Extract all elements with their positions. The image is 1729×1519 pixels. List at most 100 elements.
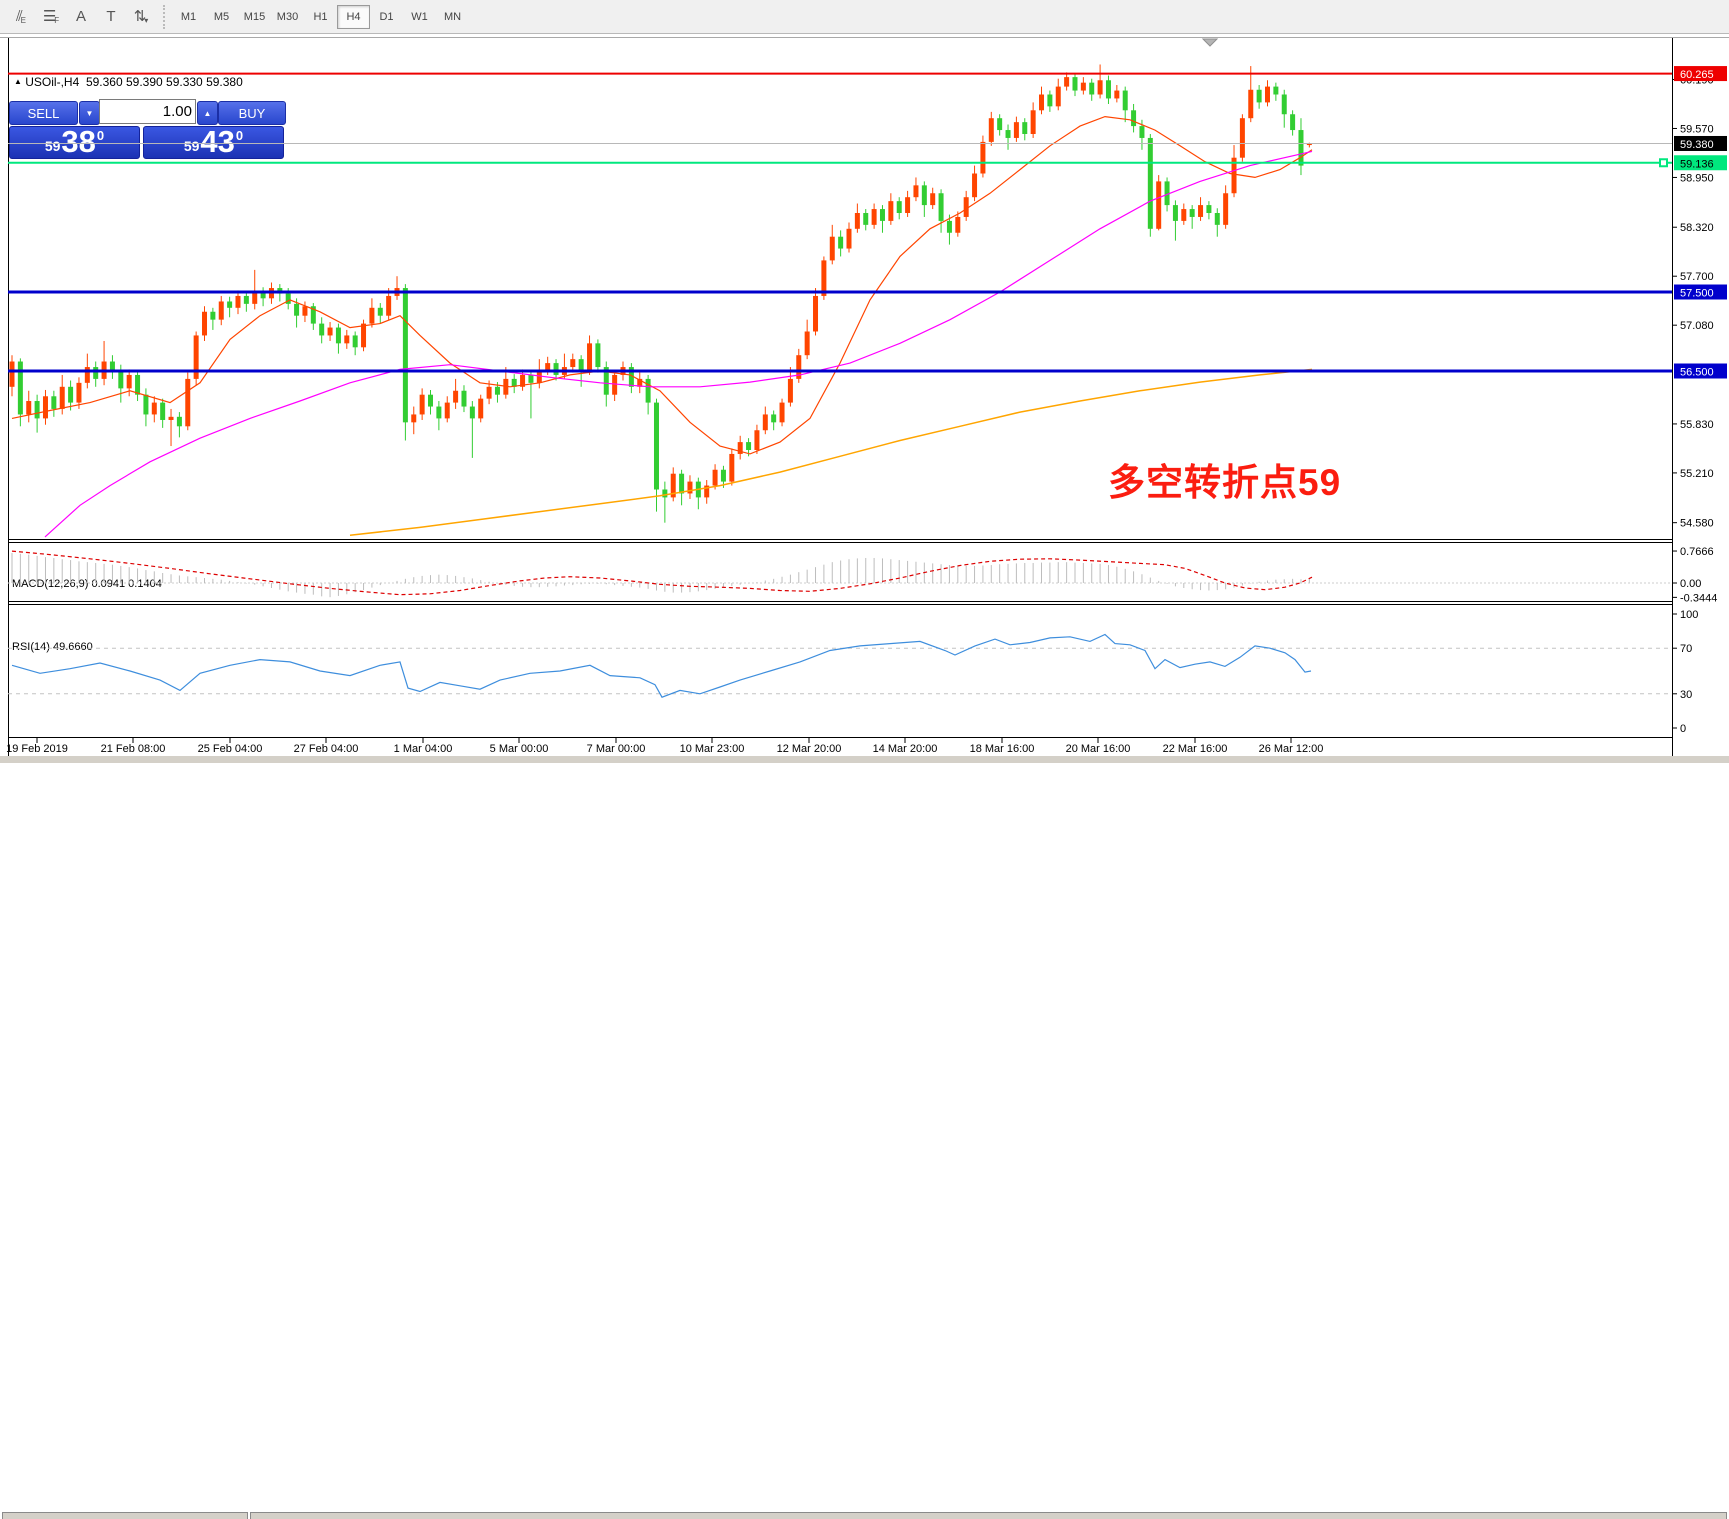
price-axis-tick-label: 57.700	[1680, 271, 1714, 283]
candle-body	[654, 403, 659, 490]
rsi-axis-label: 30	[1680, 689, 1692, 701]
chart-shift-marker	[1203, 39, 1217, 46]
candle-body	[369, 308, 374, 324]
price-axis-tick-label: 58.950	[1680, 172, 1714, 184]
candle-body	[788, 379, 793, 403]
candle-body	[1156, 181, 1161, 228]
time-axis-label: 19 Feb 2019	[6, 743, 68, 755]
candle-body	[872, 209, 877, 225]
candle-body	[537, 371, 542, 383]
candle-body	[445, 403, 450, 419]
time-axis-label: 26 Mar 12:00	[1259, 743, 1324, 755]
candle-body	[1098, 80, 1103, 94]
candle-body	[76, 383, 81, 403]
candle-body	[487, 387, 492, 399]
candle-body	[18, 362, 23, 415]
price-axis-tick-label: 55.210	[1680, 468, 1714, 480]
price-badge-label: 59.136	[1680, 158, 1714, 170]
candle-body	[930, 193, 935, 205]
candle-body	[1223, 193, 1228, 225]
price-axis-tick-label: 57.080	[1680, 320, 1714, 332]
candle-body	[495, 387, 500, 395]
candle-body	[411, 414, 416, 422]
candle-body	[135, 375, 140, 395]
candle-body	[1273, 87, 1278, 95]
candle-body	[1139, 126, 1144, 138]
candle-body	[470, 407, 475, 419]
candle-body	[679, 474, 684, 494]
candle-body	[1257, 90, 1262, 103]
candle-body	[478, 399, 483, 419]
candle-body	[863, 213, 868, 225]
candle-body	[1282, 95, 1287, 115]
candle-body	[219, 301, 224, 319]
rsi-axis-label: 70	[1680, 643, 1692, 655]
price-badge-label: 60.265	[1680, 69, 1714, 81]
candle-body	[403, 288, 408, 422]
candle-body	[353, 335, 358, 347]
candle-body	[947, 221, 952, 233]
candle-body	[10, 362, 15, 387]
ma-slow-line	[350, 369, 1312, 535]
candle-body	[93, 367, 98, 379]
candle-body	[1248, 90, 1253, 118]
candle-body	[913, 185, 918, 197]
candle-body	[838, 237, 843, 249]
time-axis-label: 20 Mar 16:00	[1066, 743, 1131, 755]
candle-body	[252, 292, 257, 304]
candle-body	[721, 470, 726, 482]
candle-body	[1056, 87, 1061, 107]
candle-body	[118, 371, 123, 388]
chart-canvas[interactable]: 60.19059.57058.95058.32057.70057.08055.8…	[0, 0, 1729, 763]
ma-fast-line	[12, 117, 1312, 454]
candle-body	[1190, 209, 1195, 217]
candle-body	[989, 118, 994, 142]
candle-body	[780, 403, 785, 423]
candle-body	[436, 407, 441, 419]
time-axis-label: 1 Mar 04:00	[394, 743, 453, 755]
candle-body	[939, 193, 944, 221]
price-axis-tick-label: 59.570	[1680, 123, 1714, 135]
time-axis-label: 22 Mar 16:00	[1163, 743, 1228, 755]
candle-body	[453, 391, 458, 403]
candle-body	[972, 174, 977, 198]
candle-body	[554, 363, 559, 375]
candle-body	[344, 335, 349, 343]
candle-body	[771, 414, 776, 422]
candle-body	[386, 296, 391, 316]
candle-body	[1089, 83, 1094, 95]
candle-body	[1215, 213, 1220, 225]
candle-body	[85, 367, 90, 383]
candle-body	[210, 312, 215, 320]
candle-body	[202, 312, 207, 336]
candle-body	[880, 209, 885, 221]
rsi-axis-label: 100	[1680, 609, 1698, 621]
candle-body	[336, 328, 341, 344]
candle-body	[847, 229, 852, 249]
candle-body	[294, 304, 299, 316]
candle-body	[980, 142, 985, 174]
candle-body	[420, 395, 425, 415]
candle-body	[461, 391, 466, 407]
time-axis-label: 10 Mar 23:00	[680, 743, 745, 755]
candle-body	[1290, 114, 1295, 130]
time-axis-label: 25 Feb 04:00	[198, 743, 263, 755]
candle-body	[612, 375, 617, 395]
candle-body	[1031, 110, 1036, 134]
candle-body	[595, 343, 600, 367]
time-axis-label: 12 Mar 20:00	[777, 743, 842, 755]
candle-body	[1072, 77, 1077, 90]
candle-body	[428, 395, 433, 407]
candle-body	[160, 403, 165, 420]
candle-body	[244, 296, 249, 304]
time-axis-label: 27 Feb 04:00	[294, 743, 359, 755]
candle-body	[729, 454, 734, 482]
macd-axis-label: -0.3444	[1680, 592, 1717, 604]
hline-marker	[1660, 159, 1667, 166]
candle-body	[302, 306, 307, 315]
candle-body	[888, 201, 893, 221]
candle-body	[361, 324, 366, 348]
ma-mid-line	[45, 151, 1312, 537]
candle-body	[997, 118, 1002, 130]
candle-body	[528, 375, 533, 383]
